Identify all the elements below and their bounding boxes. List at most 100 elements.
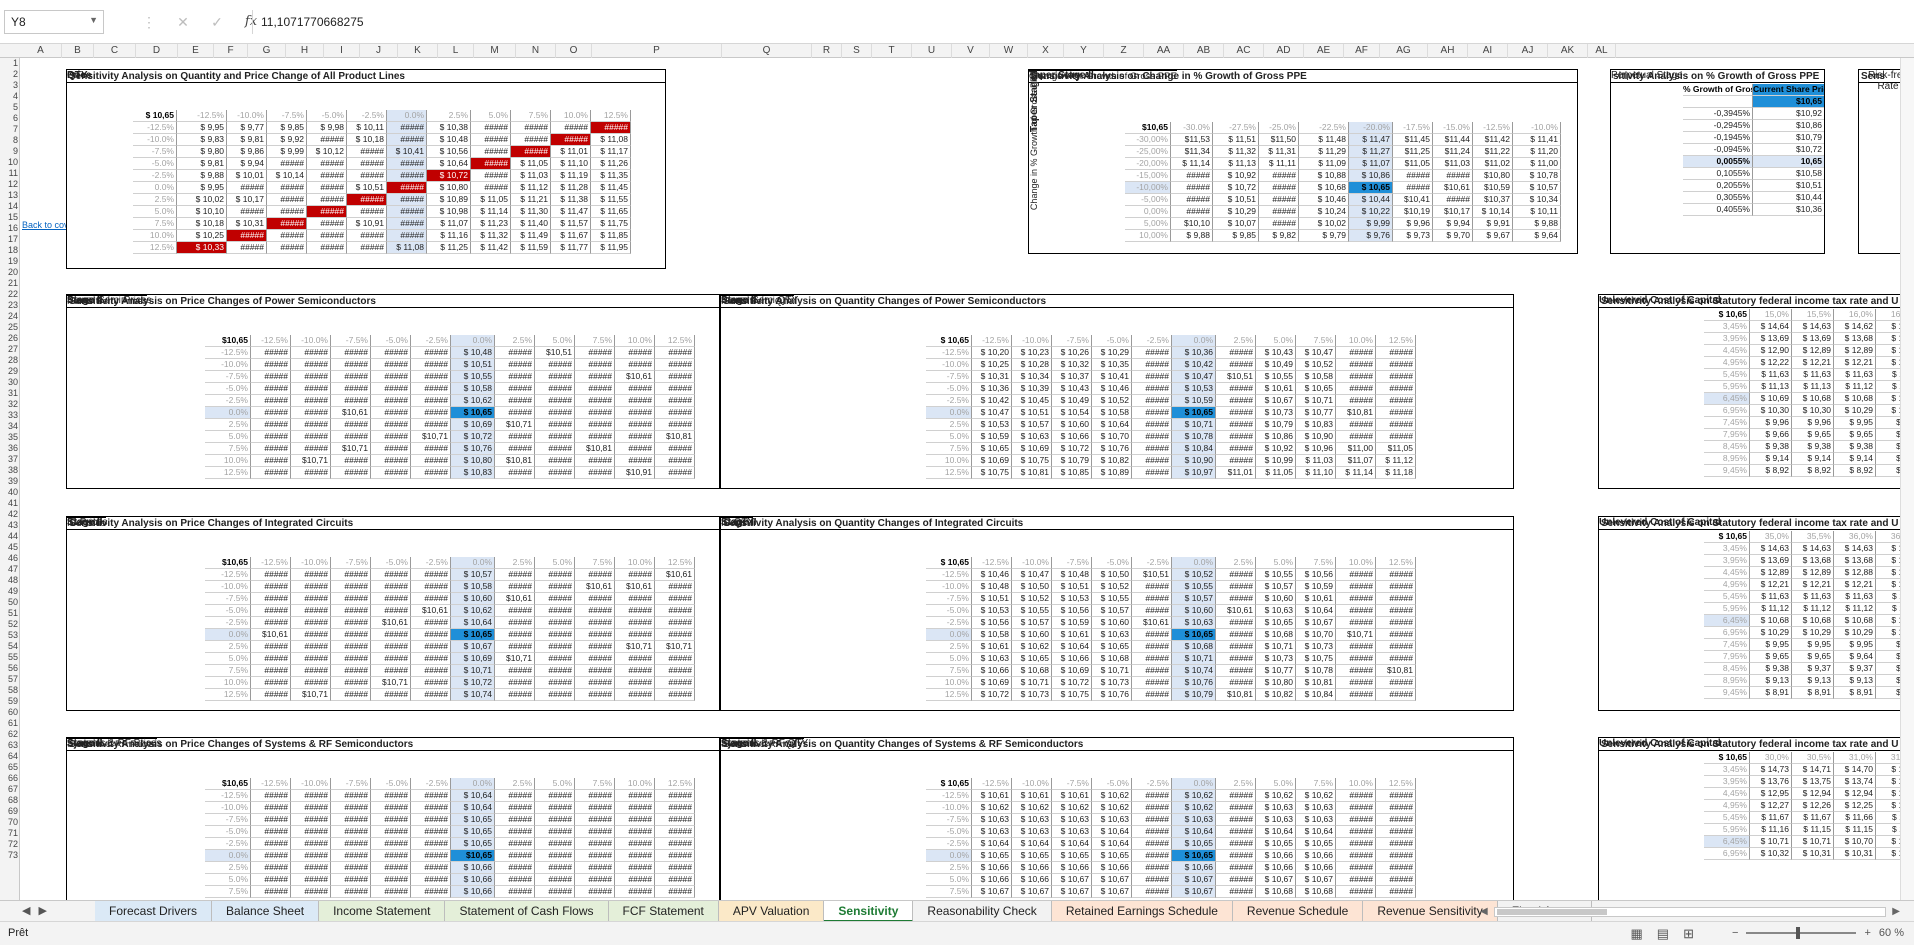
row-header[interactable]: 9	[0, 146, 19, 157]
row-header[interactable]: 10	[0, 157, 19, 168]
row-header[interactable]: 41	[0, 498, 19, 509]
row-header[interactable]: 31	[0, 388, 19, 399]
column-header[interactable]: C	[94, 44, 136, 58]
row-header[interactable]: 45	[0, 542, 19, 553]
column-header[interactable]: I	[324, 44, 360, 58]
row-header[interactable]: 54	[0, 641, 19, 652]
column-header[interactable]: O	[556, 44, 592, 58]
row-header[interactable]: 34	[0, 421, 19, 432]
row-header[interactable]: 71	[0, 828, 19, 839]
row-header[interactable]: 4	[0, 91, 19, 102]
row-header[interactable]: 51	[0, 608, 19, 619]
column-header[interactable]: M	[474, 44, 516, 58]
sheet-tab[interactable]: Income Statement	[319, 901, 446, 922]
row-header[interactable]: 30	[0, 377, 19, 388]
row-header[interactable]: 35	[0, 432, 19, 443]
sheet-tab[interactable]: Revenue Sensitivity	[1363, 901, 1498, 922]
row-header[interactable]: 12	[0, 179, 19, 190]
row-header[interactable]: 64	[0, 751, 19, 762]
row-header[interactable]: 70	[0, 817, 19, 828]
row-header[interactable]: 19	[0, 256, 19, 267]
sheet-tab[interactable]: APV Valuation	[718, 901, 825, 922]
row-header[interactable]: 11	[0, 168, 19, 179]
column-header[interactable]: AJ	[1508, 44, 1548, 58]
normal-view-icon[interactable]: ▦	[1631, 926, 1643, 942]
row-header[interactable]: 55	[0, 652, 19, 663]
row-header[interactable]: 3	[0, 80, 19, 91]
column-header[interactable]: W	[990, 44, 1028, 58]
row-header[interactable]: 23	[0, 300, 19, 311]
row-header[interactable]: 59	[0, 696, 19, 707]
sheet-tab[interactable]: Reasonability Check	[913, 901, 1052, 922]
column-header[interactable]: Y	[1064, 44, 1104, 58]
column-header[interactable]: AD	[1264, 44, 1304, 58]
zoom-slider[interactable]	[1746, 927, 1857, 939]
confirm-icon[interactable]: ✓	[200, 10, 234, 34]
prev-sheet-icon[interactable]: ◀	[22, 901, 30, 922]
page-layout-icon[interactable]: ▤	[1657, 926, 1669, 942]
row-header[interactable]: 15	[0, 212, 19, 223]
column-header[interactable]: P	[592, 44, 722, 58]
column-header[interactable]: F	[214, 44, 248, 58]
row-header[interactable]: 29	[0, 366, 19, 377]
zoom-out-icon[interactable]: −	[1732, 927, 1738, 939]
row-header[interactable]: 26	[0, 333, 19, 344]
row-header[interactable]: 42	[0, 509, 19, 520]
row-header[interactable]: 48	[0, 575, 19, 586]
column-header[interactable]: N	[516, 44, 556, 58]
column-header[interactable]: AA	[1144, 44, 1184, 58]
column-header[interactable]: X	[1028, 44, 1064, 58]
column-header[interactable]: L	[438, 44, 474, 58]
column-header[interactable]: AH	[1428, 44, 1468, 58]
row-header[interactable]: 27	[0, 344, 19, 355]
column-header[interactable]: Z	[1104, 44, 1144, 58]
row-header[interactable]: 22	[0, 289, 19, 300]
name-box[interactable]: Y8 ▼	[4, 10, 104, 34]
column-header[interactable]: AC	[1224, 44, 1264, 58]
cancel-icon[interactable]: ✕	[166, 10, 200, 34]
vertical-scrollbar[interactable]	[1900, 58, 1914, 900]
row-header[interactable]: 25	[0, 322, 19, 333]
row-header[interactable]: 73	[0, 850, 19, 861]
sheet-tab[interactable]: FCF Statement	[608, 901, 719, 922]
column-header[interactable]: R	[812, 44, 842, 58]
row-header[interactable]: 57	[0, 674, 19, 685]
row-header[interactable]: 72	[0, 839, 19, 850]
row-header[interactable]: 68	[0, 795, 19, 806]
column-header[interactable]: D	[136, 44, 178, 58]
column-header[interactable]: AF	[1344, 44, 1380, 58]
row-header[interactable]: 21	[0, 278, 19, 289]
row-header[interactable]: 16	[0, 223, 19, 234]
scroll-track[interactable]	[1493, 906, 1887, 917]
column-header[interactable]: B	[62, 44, 94, 58]
sheet-tab[interactable]: Statement of Cash Flows	[445, 901, 609, 922]
row-header[interactable]: 47	[0, 564, 19, 575]
row-header[interactable]: 66	[0, 773, 19, 784]
row-header[interactable]: 36	[0, 443, 19, 454]
next-sheet-icon[interactable]: ▶	[38, 901, 46, 922]
column-header[interactable]: U	[912, 44, 952, 58]
row-header[interactable]: 60	[0, 707, 19, 718]
row-header[interactable]: 50	[0, 597, 19, 608]
row-header[interactable]: 14	[0, 201, 19, 212]
sheet-tab[interactable]: Retained Earnings Schedule	[1051, 901, 1233, 922]
row-header[interactable]: 38	[0, 465, 19, 476]
row-header[interactable]: 46	[0, 553, 19, 564]
more-icon[interactable]: ⋮	[132, 10, 166, 34]
row-header[interactable]: 17	[0, 234, 19, 245]
row-header[interactable]: 33	[0, 410, 19, 421]
row-header[interactable]: 63	[0, 740, 19, 751]
sheet-tab[interactable]: Sensitivity	[824, 901, 914, 922]
column-header[interactable]: AL	[1588, 44, 1616, 58]
column-header[interactable]: A	[20, 44, 62, 58]
column-header[interactable]: G	[248, 44, 286, 58]
zoom-in-icon[interactable]: +	[1864, 927, 1870, 939]
sheet-grid[interactable]: Back to cover page Sensitivity Analysis …	[20, 58, 1900, 900]
column-header[interactable]: T	[872, 44, 912, 58]
sheet-tab[interactable]: Balance Sheet	[212, 901, 320, 922]
row-header[interactable]: 2	[0, 69, 19, 80]
row-header[interactable]: 67	[0, 784, 19, 795]
page-break-icon[interactable]: ⊞	[1683, 926, 1694, 942]
row-header[interactable]: 52	[0, 619, 19, 630]
row-header[interactable]: 37	[0, 454, 19, 465]
